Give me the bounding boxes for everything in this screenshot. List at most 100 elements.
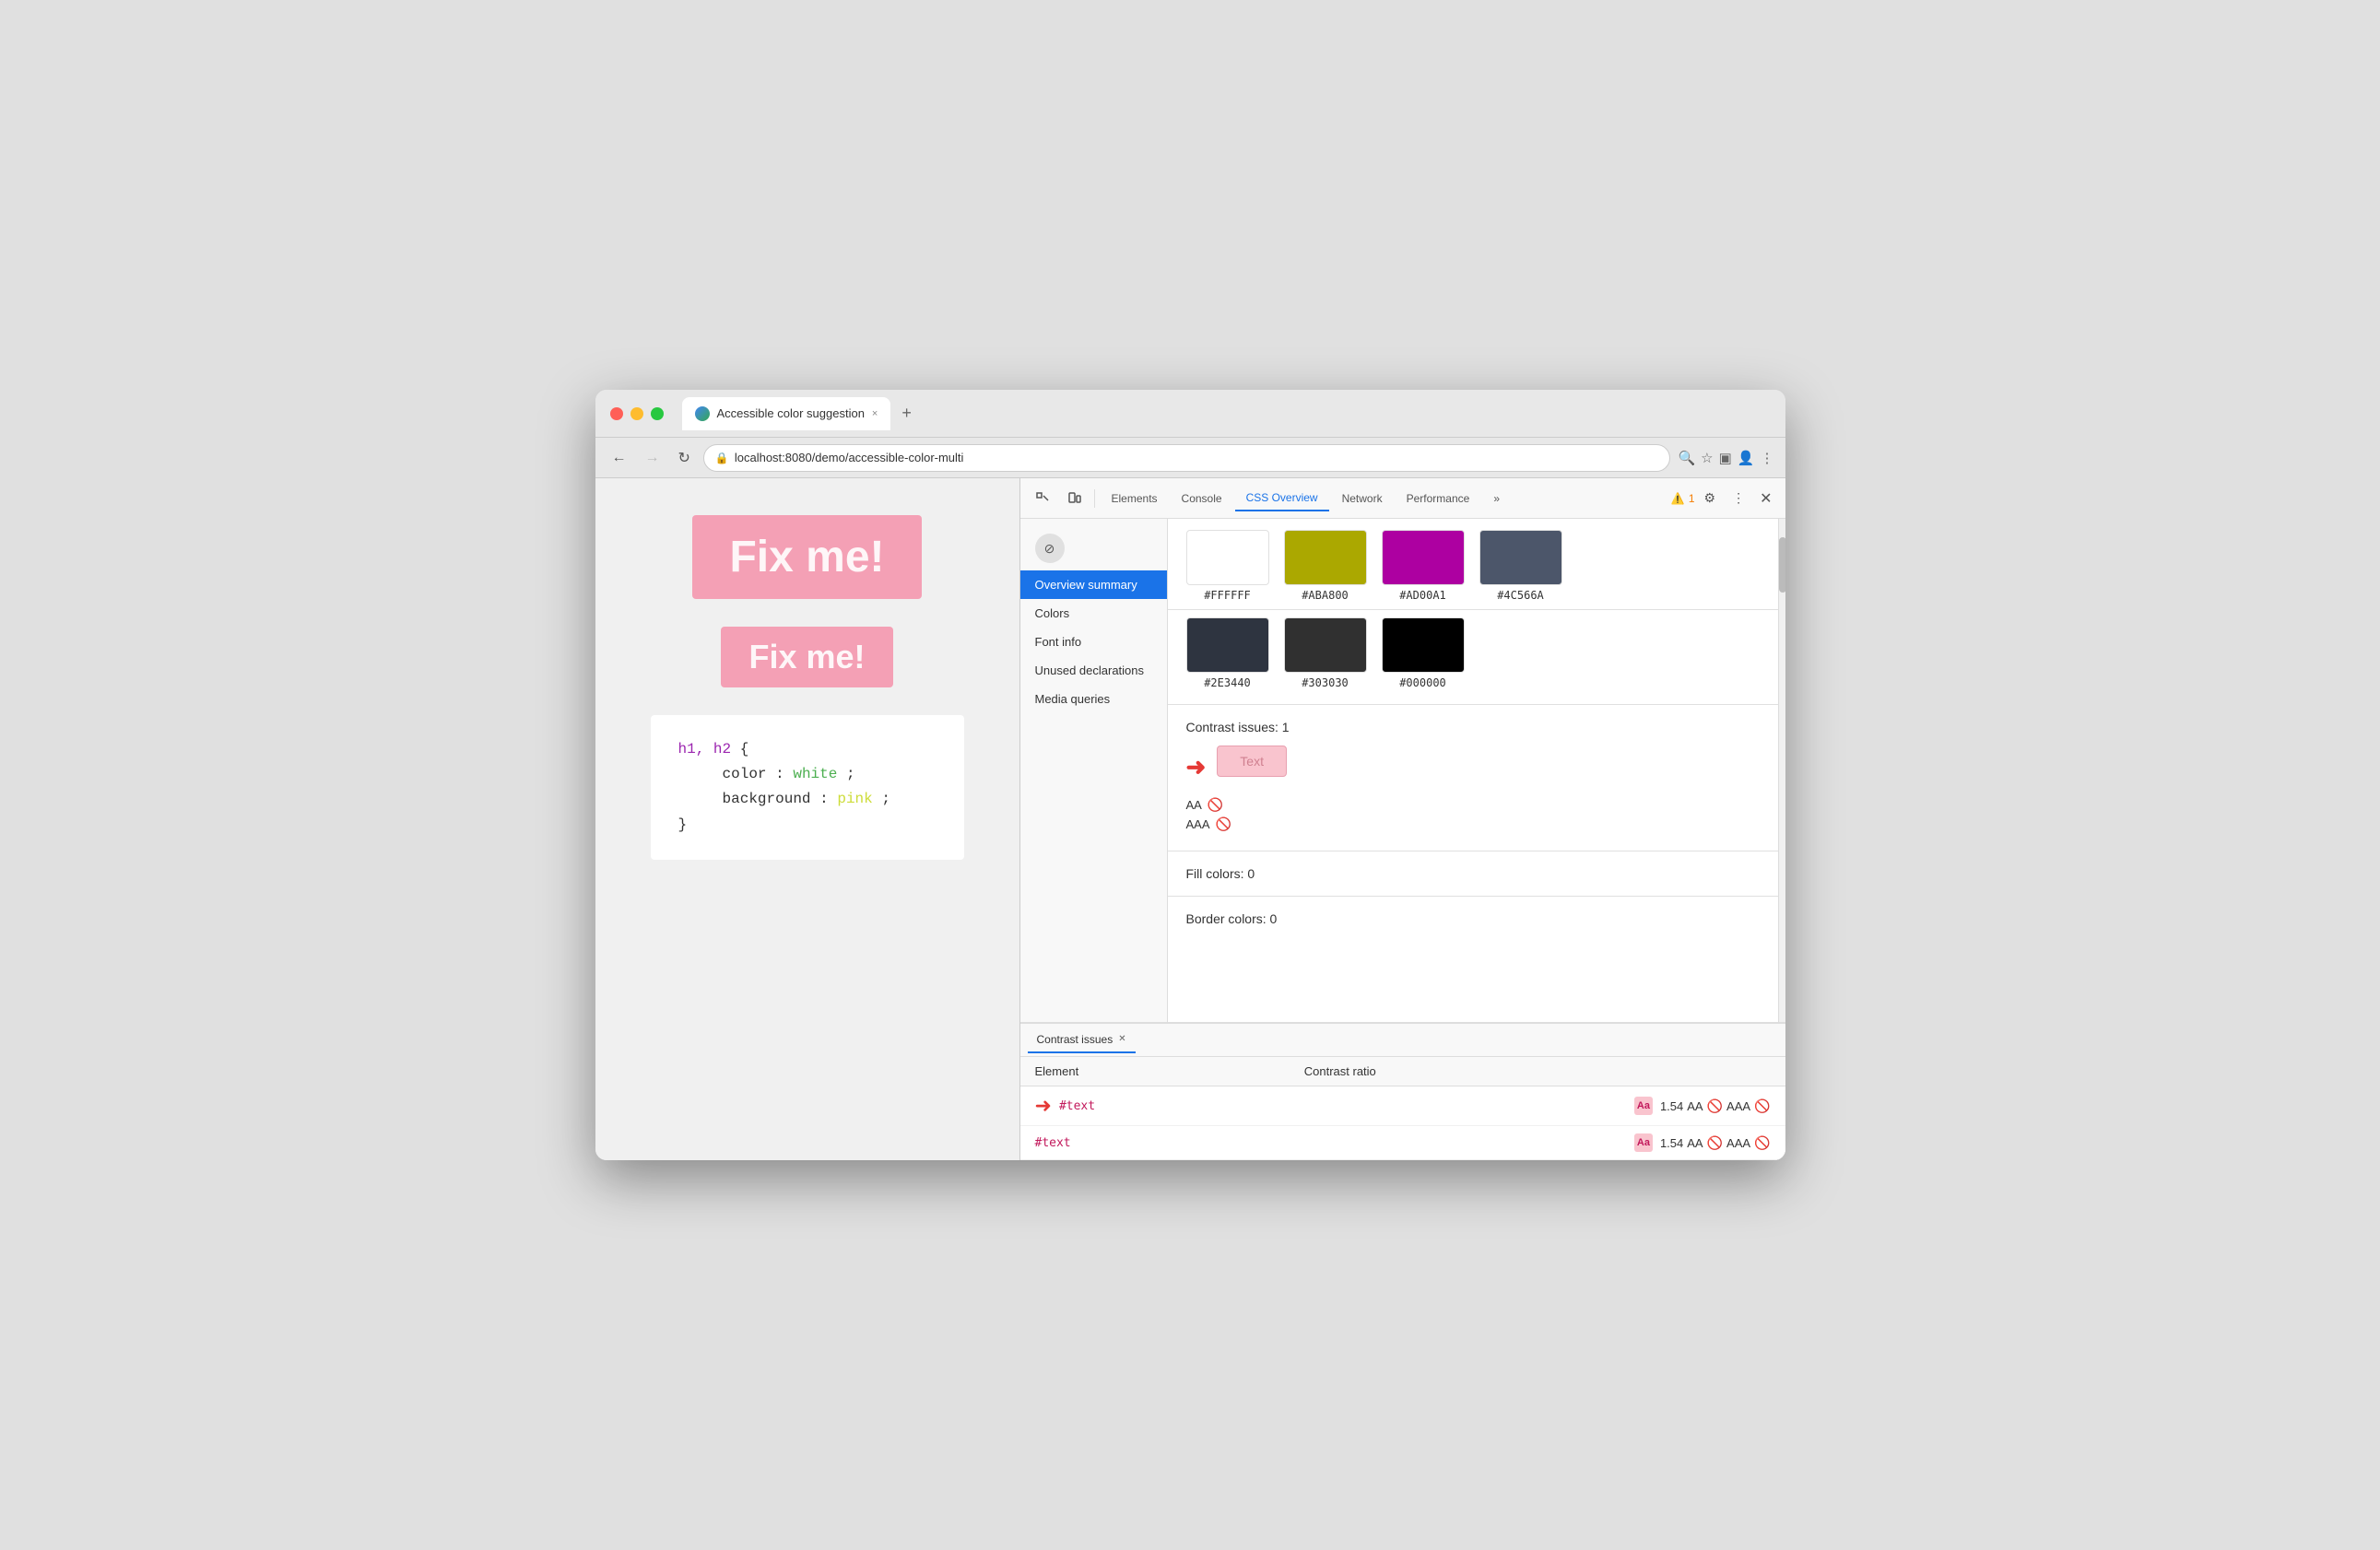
text-preview-button[interactable]: Text [1217, 746, 1287, 777]
color-swatch-4c566a [1479, 530, 1562, 585]
fix-me-text-large: Fix me! [729, 532, 884, 582]
row1-aaa-label: AAA [1726, 1099, 1750, 1113]
more-options-button[interactable]: ⋮ [1725, 485, 1752, 511]
code-line-2: color : white ; [678, 762, 937, 787]
color-item-000000[interactable]: #000000 [1382, 617, 1465, 689]
warning-icon: ⚠️ [1671, 492, 1685, 505]
code-property-1: color [723, 766, 767, 782]
devtools-close-button[interactable]: ✕ [1754, 486, 1777, 511]
tab-more[interactable]: » [1482, 487, 1511, 511]
url-text: localhost:8080/demo/accessible-color-mul… [735, 451, 964, 464]
color-item-303030[interactable]: #303030 [1284, 617, 1367, 689]
contrast-issues-tab-label: Contrast issues [1037, 1033, 1113, 1046]
border-colors-title: Border colors: 0 [1186, 911, 1760, 926]
color-swatch-aba800 [1284, 530, 1367, 585]
row2-aa-no-icon: 🚫 [1707, 1135, 1723, 1151]
bottom-color-row: #2E3440 #303030 #000000 [1186, 617, 1760, 689]
code-block: h1, h2 { color : white ; background : pi… [651, 715, 964, 860]
fix-me-block-large: Fix me! [692, 515, 921, 599]
ratio-cell-1: Aa 1.54 AA 🚫 AAA 🚫 [1290, 1086, 1785, 1126]
tab-console[interactable]: Console [1171, 487, 1233, 511]
color-item-4c566a[interactable]: #4C566A [1479, 530, 1562, 602]
tab-close-button[interactable]: × [872, 408, 878, 419]
tab-css-overview[interactable]: CSS Overview [1235, 486, 1329, 511]
tab-network[interactable]: Network [1331, 487, 1394, 511]
menu-icon[interactable]: ⋮ [1761, 450, 1774, 466]
aa-row: AA 🚫 [1186, 797, 1760, 813]
fill-colors-section: Fill colors: 0 [1168, 851, 1778, 897]
contrast-issues-tab[interactable]: Contrast issues ✕ [1028, 1027, 1136, 1053]
color-item-2e3440[interactable]: #2E3440 [1186, 617, 1269, 689]
color-item-aba800[interactable]: #ABA800 [1284, 530, 1367, 602]
color-label-white: #FFFFFF [1204, 589, 1251, 602]
no-icon: ⊘ [1035, 534, 1065, 563]
forward-button[interactable]: → [640, 446, 666, 470]
aa-label: AA [1186, 798, 1202, 812]
tab-bar: Accessible color suggestion × + [682, 397, 1771, 430]
table-arrow-icon-1: ➜ [1035, 1094, 1052, 1118]
sidebar-item-font-info[interactable]: Font info [1020, 628, 1167, 656]
title-bar: Accessible color suggestion × + [595, 390, 1785, 438]
color-label-2e3440: #2E3440 [1204, 676, 1251, 689]
warning-count: 1 [1689, 492, 1695, 505]
devtools-body: ⊘ Overview summary Colors Font info Unus… [1020, 519, 1785, 1022]
extensions-icon[interactable]: ▣ [1719, 450, 1732, 466]
back-button[interactable]: ← [607, 446, 632, 470]
warning-badge: ⚠️ 1 [1671, 492, 1695, 505]
divider [1094, 489, 1095, 508]
bookmark-icon[interactable]: ☆ [1701, 450, 1713, 466]
element-link-1[interactable]: #text [1059, 1099, 1095, 1113]
address-bar-row: ← → ↻ 🔒 localhost:8080/demo/accessible-c… [595, 438, 1785, 478]
ratio-info-1: Aa 1.54 AA 🚫 AAA 🚫 [1304, 1097, 1771, 1115]
tab-elements[interactable]: Elements [1101, 487, 1169, 511]
row1-aaa-no-icon: 🚫 [1754, 1098, 1770, 1114]
sidebar-item-media-queries[interactable]: Media queries [1020, 685, 1167, 713]
tab-title: Accessible color suggestion [717, 406, 865, 420]
bottom-colors-section: #2E3440 #303030 #000000 [1168, 610, 1778, 705]
row2-aa-label: AA [1687, 1136, 1703, 1150]
minimize-traffic-light[interactable] [630, 407, 643, 420]
browser-window: Accessible color suggestion × + ← → ↻ 🔒 … [595, 390, 1785, 1160]
color-item-white[interactable]: #FFFFFF [1186, 530, 1269, 602]
profile-icon[interactable]: 👤 [1738, 450, 1755, 466]
top-color-row: #FFFFFF #ABA800 #AD00A1 [1186, 530, 1760, 602]
contrast-section: Contrast issues: 1 ➜ Text AA 🚫 [1168, 705, 1778, 851]
new-tab-button[interactable]: + [894, 400, 919, 427]
row2-aaa-label: AAA [1726, 1136, 1750, 1150]
row1-aa-no-icon: 🚫 [1707, 1098, 1723, 1114]
refresh-button[interactable]: ↻ [673, 445, 696, 471]
element-link-2[interactable]: #text [1035, 1136, 1071, 1150]
device-toolbar-button[interactable] [1059, 486, 1089, 511]
maximize-traffic-light[interactable] [651, 407, 664, 420]
aaa-no-icon: 🚫 [1216, 816, 1231, 832]
sidebar-item-colors[interactable]: Colors [1020, 599, 1167, 628]
browser-tab[interactable]: Accessible color suggestion × [682, 397, 891, 430]
settings-button[interactable]: ⚙ [1697, 485, 1724, 511]
contrast-panel-close-button[interactable]: ✕ [1118, 1034, 1125, 1044]
page-content: Fix me! Fix me! h1, h2 { color : white ; [595, 478, 1019, 1160]
top-colors-section: #FFFFFF #ABA800 #AD00A1 [1168, 519, 1778, 610]
table-row: #text Aa 1.54 AA 🚫 AAA 🚫 [1020, 1126, 1785, 1160]
color-label-000000: #000000 [1399, 676, 1446, 689]
tab-performance[interactable]: Performance [1396, 487, 1481, 511]
color-label-4c566a: #4C566A [1497, 589, 1544, 602]
css-main: #FFFFFF #ABA800 #AD00A1 [1168, 519, 1778, 1022]
code-line-3: background : pink ; [678, 787, 937, 812]
tab-favicon-icon [695, 406, 710, 421]
sidebar-item-overview[interactable]: Overview summary [1020, 570, 1167, 599]
element-cell-2: #text [1020, 1126, 1290, 1160]
color-label-303030: #303030 [1302, 676, 1349, 689]
close-traffic-light[interactable] [610, 407, 623, 420]
contrast-row: ➜ Text [1186, 746, 1760, 788]
aaa-row: AAA 🚫 [1186, 816, 1760, 832]
color-item-ad00a1[interactable]: #AD00A1 [1382, 530, 1465, 602]
sidebar-item-unused-declarations[interactable]: Unused declarations [1020, 656, 1167, 685]
address-bar[interactable]: 🔒 localhost:8080/demo/accessible-color-m… [703, 444, 1671, 472]
zoom-icon[interactable]: 🔍 [1678, 450, 1695, 466]
color-swatch-ad00a1 [1382, 530, 1465, 585]
main-area: Fix me! Fix me! h1, h2 { color : white ; [595, 478, 1785, 1160]
aa-badge-1: Aa [1634, 1097, 1653, 1115]
scrollbar-thumb[interactable] [1779, 537, 1785, 593]
inspect-element-button[interactable] [1028, 486, 1057, 511]
ratio-value-2: 1.54 [1660, 1136, 1683, 1150]
